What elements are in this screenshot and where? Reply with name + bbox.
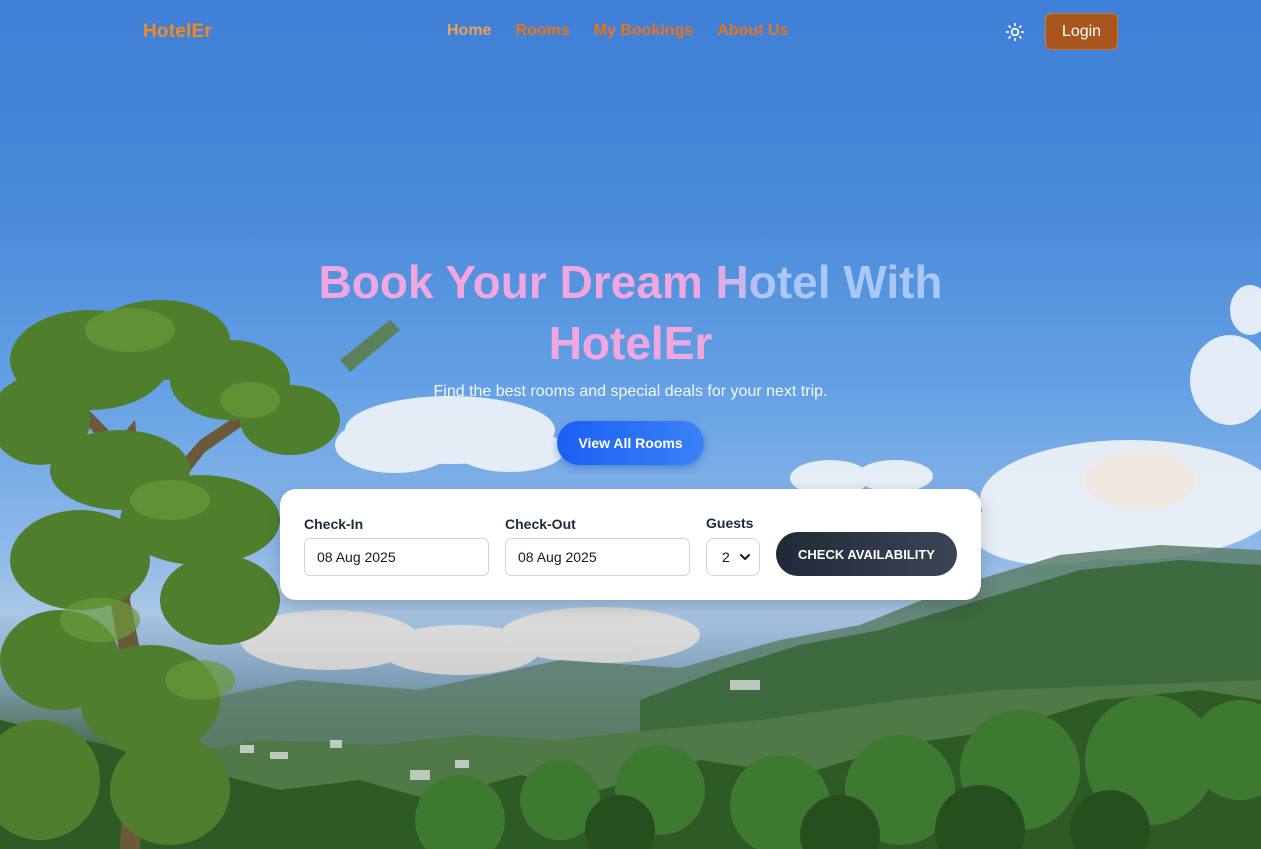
brand-logo[interactable]: HotelEr [143,21,212,43]
sun-icon [1005,22,1025,42]
view-all-rooms-button[interactable]: View All Rooms [557,421,704,465]
checkout-label: Check-Out [505,516,576,532]
guests-select[interactable]: 2 [706,538,760,576]
nav-item-home[interactable]: Home [447,22,491,40]
nav-menu: Home Rooms My Bookings About Us [447,22,788,40]
chevron-down-icon [740,554,750,560]
checkin-label: Check-In [304,516,364,532]
nav-item-my-bookings[interactable]: My Bookings [594,22,694,40]
top-navbar: HotelEr Home Rooms My Bookings About Us … [0,0,1261,64]
checkout-date-input[interactable]: 08 Aug 2025 [505,538,690,576]
hero-title-line2: HotelEr [549,313,713,374]
landing-page: HotelEr Home Rooms My Bookings About Us … [0,0,1261,849]
checkin-date-input[interactable]: 08 Aug 2025 [304,538,489,576]
availability-form: Check-In 08 Aug 2025 Check-Out 08 Aug 20… [280,489,981,600]
guests-label: Guests [706,515,754,531]
theme-toggle-button[interactable] [1003,20,1027,44]
hero-title: Book Your Dream Hotel With HotelEr [230,252,1031,374]
hero-title-line1: Book Your Dream Hotel With [318,256,943,308]
guests-value: 2 [722,549,730,565]
check-availability-button[interactable]: CHECK AVAILABILITY [776,532,957,576]
login-button[interactable]: Login [1045,13,1118,50]
nav-item-rooms[interactable]: Rooms [515,22,569,40]
hero-subtitle: Find the best rooms and special deals fo… [433,383,828,400]
nav-item-about-us[interactable]: About Us [717,22,788,40]
